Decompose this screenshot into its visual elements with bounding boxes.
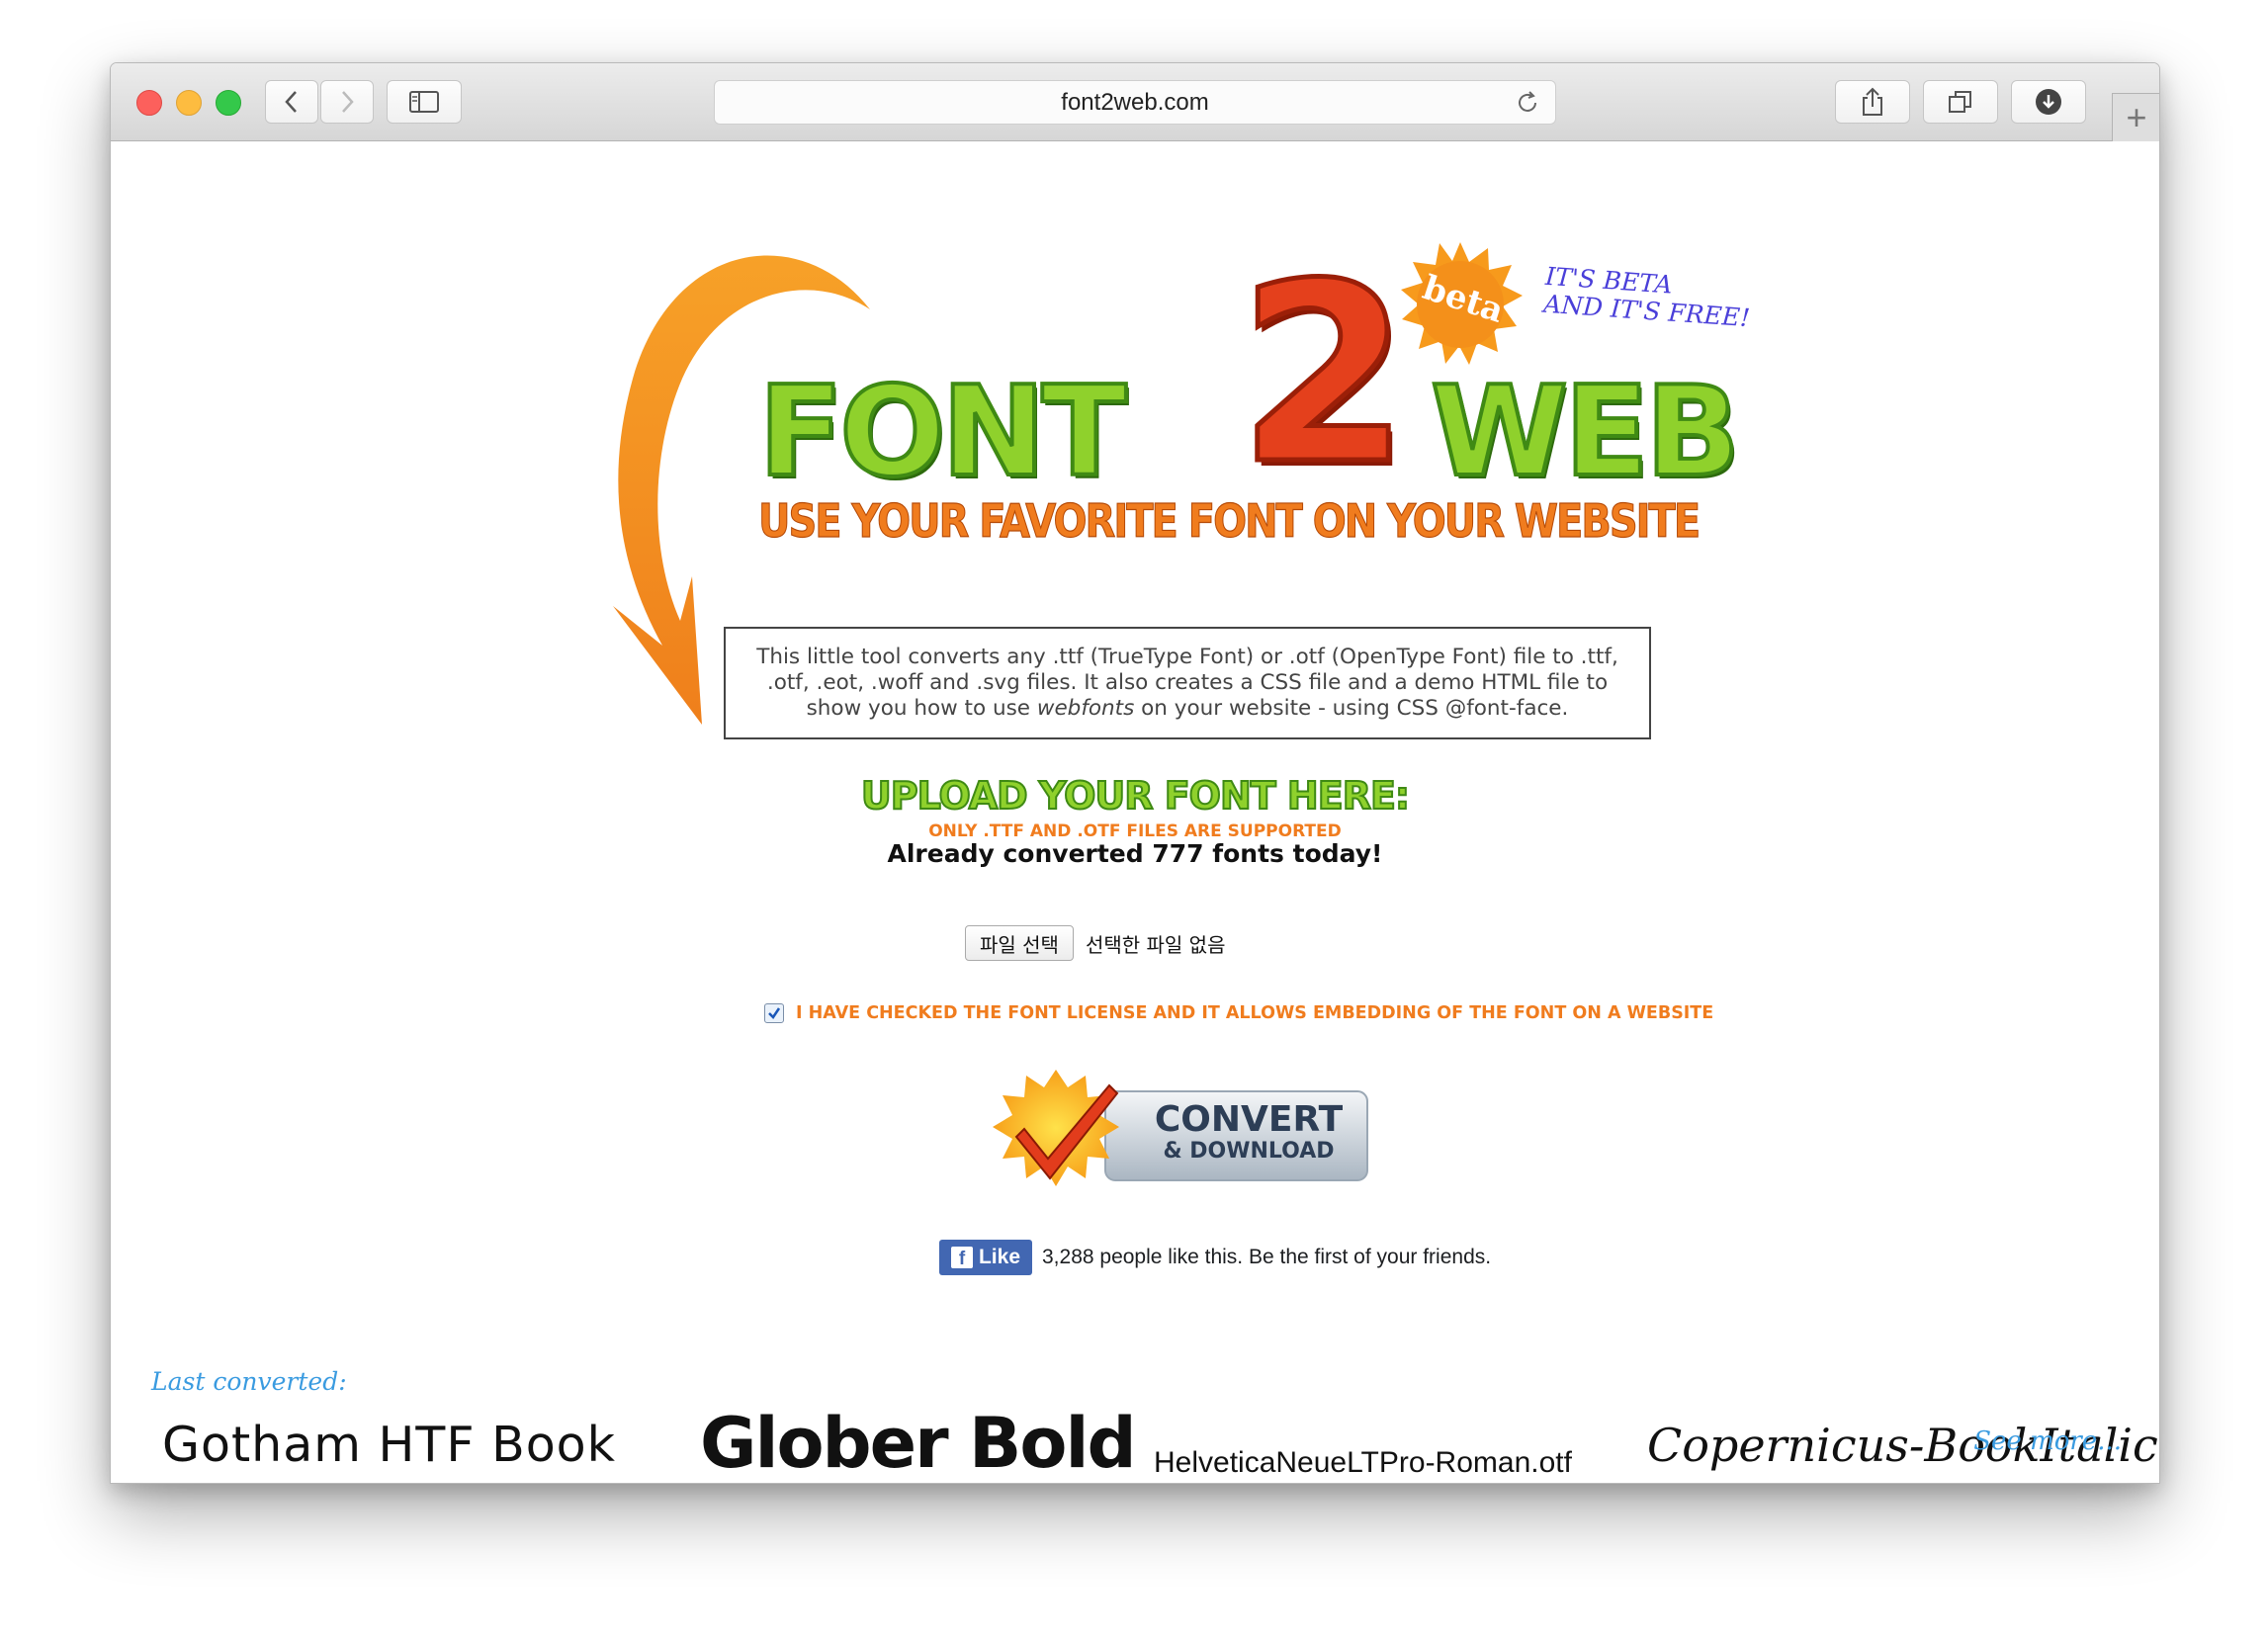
- font-sample-helvetica[interactable]: HelveticaNeueLTPro-Roman.otf: [1154, 1446, 1572, 1480]
- font-sample-gotham[interactable]: Gotham HTF Book: [162, 1417, 616, 1473]
- logo-tagline: USE YOUR FAVORITE FONT ON YOUR WEBSITE: [757, 495, 1701, 549]
- address-bar[interactable]: font2web.com: [714, 80, 1556, 125]
- chevron-left-icon: [285, 91, 297, 113]
- convert-label-line2: & DOWNLOAD: [1163, 1139, 1335, 1164]
- logo-word-web: WEB: [1429, 357, 1742, 506]
- file-input[interactable]: 파일 선택 선택한 파일 없음: [965, 925, 1225, 961]
- license-row[interactable]: I HAVE CHECKED THE FONT LICENSE AND IT A…: [764, 1003, 1713, 1023]
- back-button[interactable]: [265, 80, 318, 124]
- logo-word-font: FONT: [756, 357, 1129, 506]
- browser-toolbar: font2web.com +: [111, 63, 2159, 141]
- see-more-link[interactable]: See more...: [1973, 1426, 2122, 1456]
- site-logo[interactable]: FONT 2 WEB USE YOUR FAVORITE FONT ON YOU…: [605, 228, 1753, 725]
- facebook-like-widget: f Like 3,288 people like this. Be the fi…: [939, 1240, 1491, 1275]
- license-label[interactable]: I HAVE CHECKED THE FONT LICENSE AND IT A…: [796, 1003, 1713, 1023]
- new-tab-button[interactable]: +: [2112, 93, 2159, 141]
- file-status: 선택한 파일 없음: [1085, 932, 1226, 957]
- facebook-like-label: Like: [978, 1246, 1021, 1268]
- url-text: font2web.com: [1061, 88, 1209, 116]
- convert-label-line1: CONVERT: [1154, 1099, 1344, 1140]
- zoom-window-button[interactable]: [216, 90, 241, 116]
- chevron-right-icon: [342, 91, 354, 113]
- sidebar-button[interactable]: [387, 80, 462, 124]
- facebook-like-count: 3,288 people like this. Be the first of …: [1042, 1246, 1492, 1268]
- page-content: FONT 2 WEB USE YOUR FAVORITE FONT ON YOU…: [111, 141, 2159, 1484]
- license-checkbox[interactable]: [764, 1003, 784, 1023]
- description-text-end: on your website - using CSS @font-face.: [1134, 696, 1569, 721]
- downloads-button[interactable]: [2011, 80, 2086, 124]
- convert-download-button[interactable]: CONVERT & DOWNLOAD: [987, 1068, 1372, 1206]
- sidebar-icon: [409, 91, 439, 113]
- close-window-button[interactable]: [136, 90, 162, 116]
- forward-button[interactable]: [320, 80, 374, 124]
- convert-label: CONVERT & DOWNLOAD: [1145, 1101, 1352, 1165]
- upload-subheading: ONLY .TTF AND .OTF FILES ARE SUPPORTED: [928, 821, 1342, 841]
- upload-heading: UPLOAD YOUR FONT HERE:: [860, 773, 1411, 819]
- facebook-like-button[interactable]: f Like: [939, 1240, 1032, 1275]
- tabs-overview-button[interactable]: [1923, 80, 1998, 124]
- download-icon: [2036, 89, 2061, 115]
- plus-icon: +: [2126, 97, 2147, 137]
- browser-window: font2web.com + FONT 2 WEB USE YOUR FAVOR…: [110, 62, 2160, 1484]
- choose-file-button[interactable]: 파일 선택: [965, 925, 1074, 961]
- beta-note: IT'S BETA AND IT'S FREE!: [1542, 262, 1753, 332]
- share-button[interactable]: [1835, 80, 1910, 124]
- share-icon: [1863, 87, 1882, 116]
- minimize-window-button[interactable]: [176, 90, 202, 116]
- facebook-icon: f: [950, 1247, 973, 1268]
- description-box: This little tool converts any .ttf (True…: [724, 627, 1651, 739]
- font-sample-glober[interactable]: Glober Bold: [700, 1403, 1137, 1483]
- logo-numeral: 2: [1236, 228, 1413, 521]
- checkmark-icon: [768, 1007, 781, 1019]
- reload-icon[interactable]: [1514, 89, 1541, 117]
- tabs-icon: [1949, 91, 1971, 113]
- converted-count: Already converted 777 fonts today!: [887, 839, 1383, 868]
- description-emphasis: webfonts: [1036, 696, 1135, 721]
- last-converted-label: Last converted:: [151, 1367, 347, 1396]
